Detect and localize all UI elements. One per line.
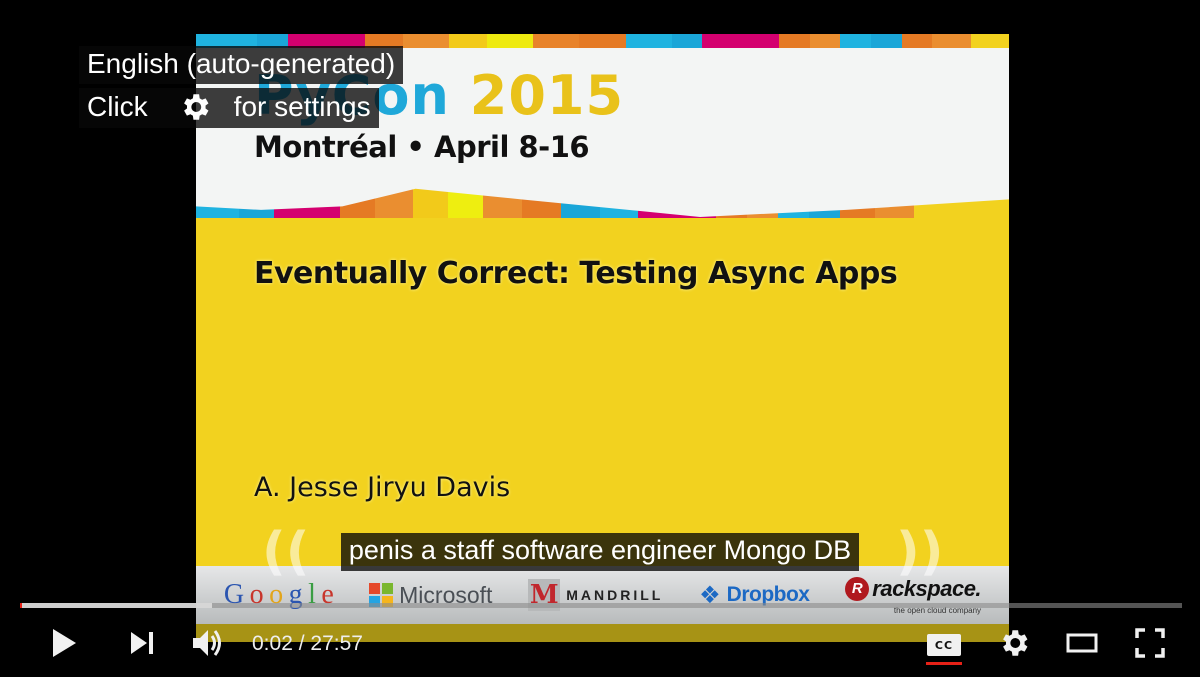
caption-language-label: English (auto-generated) bbox=[79, 46, 404, 84]
caption-hint-line: Click for settings bbox=[79, 88, 379, 128]
video-player[interactable]: PyCon 2015 Montréal • April 8-16 Eventua… bbox=[0, 0, 1200, 677]
caption-hint-overlay: English (auto-generated) Click for setti… bbox=[79, 46, 404, 128]
progress-bar[interactable] bbox=[20, 603, 1182, 608]
volume-button[interactable] bbox=[188, 624, 228, 666]
next-button[interactable] bbox=[124, 624, 160, 666]
play-button[interactable] bbox=[44, 624, 84, 666]
play-icon bbox=[51, 628, 77, 663]
settings-button[interactable] bbox=[994, 624, 1034, 666]
subtitle-text: penis a staff software engineer Mongo DB bbox=[340, 533, 860, 571]
current-time: 0:02 bbox=[252, 632, 293, 655]
caption-hint-settings: for settings bbox=[233, 91, 371, 122]
speaker-name: A. Jesse Jiryu Davis bbox=[254, 472, 511, 503]
player-controls: 0:02 / 27:57 CC bbox=[0, 620, 1200, 670]
theater-mode-icon bbox=[1066, 633, 1098, 658]
progress-played bbox=[20, 603, 23, 608]
talk-title: Eventually Correct: Testing Async Apps bbox=[254, 256, 898, 291]
gear-icon bbox=[997, 626, 1031, 665]
conference-location-date: Montréal • April 8-16 bbox=[254, 130, 590, 164]
fullscreen-button[interactable] bbox=[1130, 624, 1170, 666]
cc-icon: CC bbox=[927, 634, 961, 656]
time-display: 0:02 / 27:57 bbox=[252, 632, 363, 656]
captions-button[interactable]: CC bbox=[924, 624, 964, 666]
time-separator: / bbox=[298, 632, 305, 655]
subtitle-container: penis a staff software engineer Mongo DB bbox=[0, 533, 1200, 571]
mandrill-label: MANDRILL bbox=[566, 587, 664, 603]
progress-buffered bbox=[20, 603, 212, 608]
volume-icon bbox=[191, 627, 225, 664]
captions-active-indicator bbox=[926, 662, 962, 665]
gear-icon bbox=[178, 90, 212, 124]
logo-year-text: 2015 bbox=[469, 64, 625, 127]
duration: 27:57 bbox=[310, 632, 363, 655]
rackspace-icon: R bbox=[845, 576, 870, 601]
next-icon bbox=[129, 631, 155, 660]
fullscreen-icon bbox=[1135, 627, 1165, 663]
caption-hint-click: Click bbox=[87, 91, 148, 122]
sponsor-bar: Google Microsoft M MANDRILL ❖ Dropbox R bbox=[196, 566, 1009, 624]
theater-mode-button[interactable] bbox=[1062, 624, 1102, 666]
